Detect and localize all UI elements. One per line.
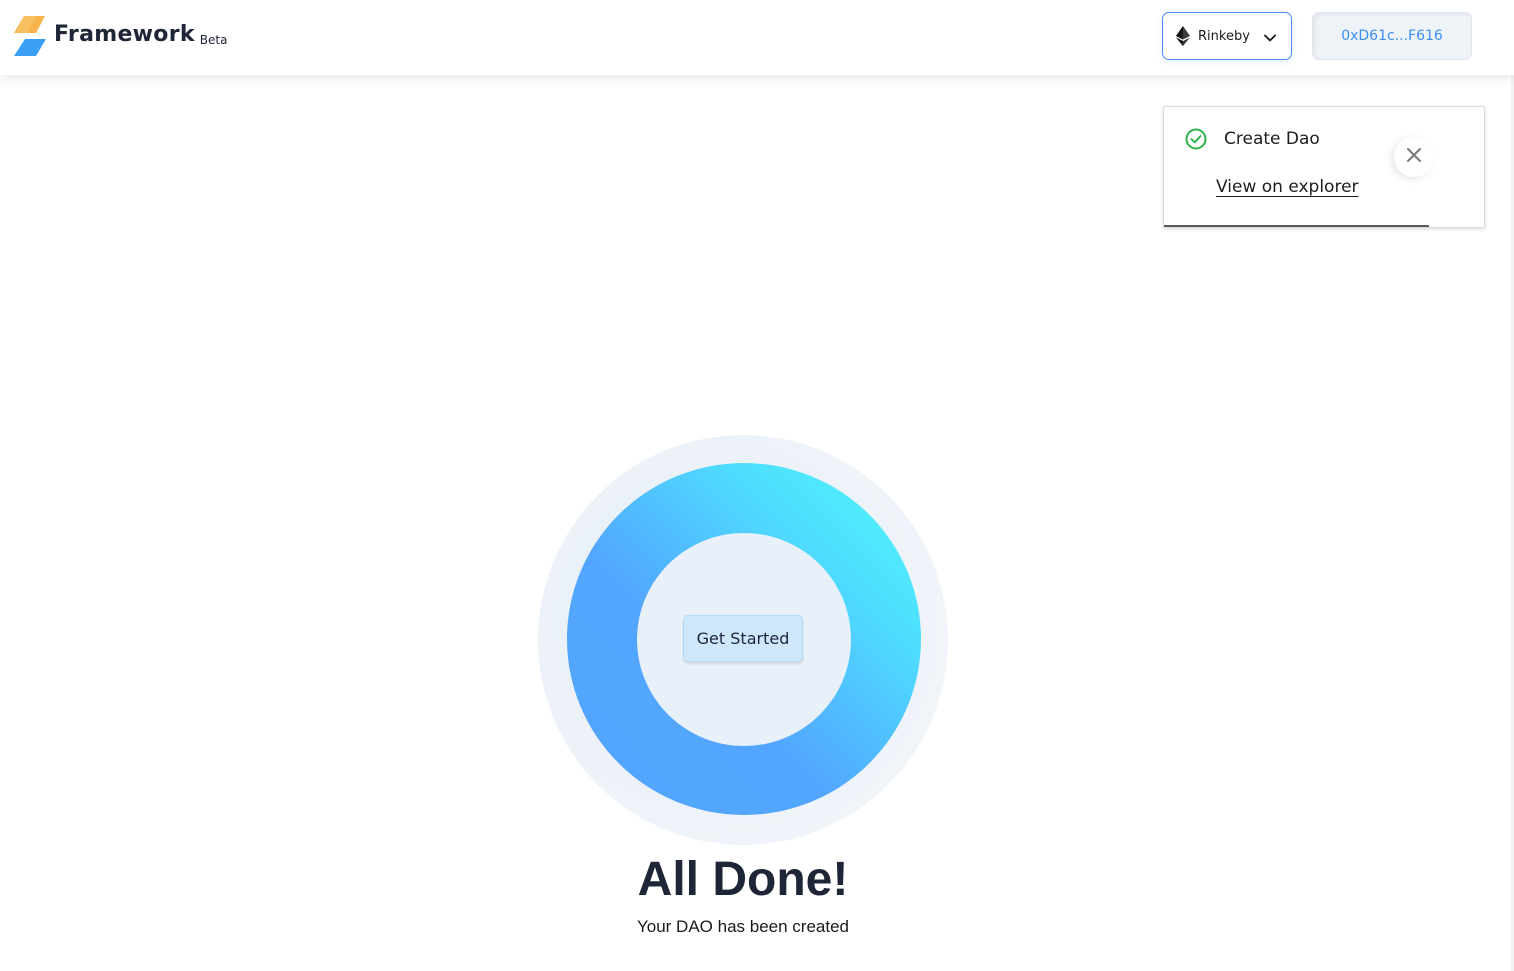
chevron-down-icon bbox=[1263, 30, 1277, 44]
close-icon bbox=[1406, 147, 1422, 167]
account-address: 0xD61c...F616 bbox=[1341, 28, 1443, 44]
framework-logo-icon bbox=[14, 16, 47, 56]
app-name: Framework bbox=[54, 22, 195, 47]
account-button[interactable]: 0xD61c...F616 bbox=[1312, 12, 1472, 60]
get-started-button[interactable]: Get Started bbox=[683, 615, 803, 662]
app-logo[interactable]: Framework Beta bbox=[14, 16, 227, 56]
network-label: Rinkeby bbox=[1198, 28, 1250, 44]
view-on-explorer-link[interactable]: View on explorer bbox=[1216, 177, 1359, 197]
ethereum-icon bbox=[1176, 26, 1190, 46]
notification-toast: Create Dao View on explorer bbox=[1163, 106, 1485, 228]
page-title: All Done! bbox=[637, 853, 849, 906]
page-subtitle: Your DAO has been created bbox=[636, 917, 849, 936]
check-circle-icon bbox=[1185, 128, 1207, 150]
network-selector[interactable]: Rinkeby bbox=[1162, 12, 1292, 60]
close-toast-button[interactable] bbox=[1394, 137, 1434, 177]
toast-title: Create Dao bbox=[1224, 129, 1320, 149]
top-header: Framework Beta Rinkeby 0xD61c...F616 bbox=[0, 0, 1514, 75]
toast-progress-bar bbox=[1164, 225, 1429, 227]
beta-tag: Beta bbox=[199, 33, 228, 47]
